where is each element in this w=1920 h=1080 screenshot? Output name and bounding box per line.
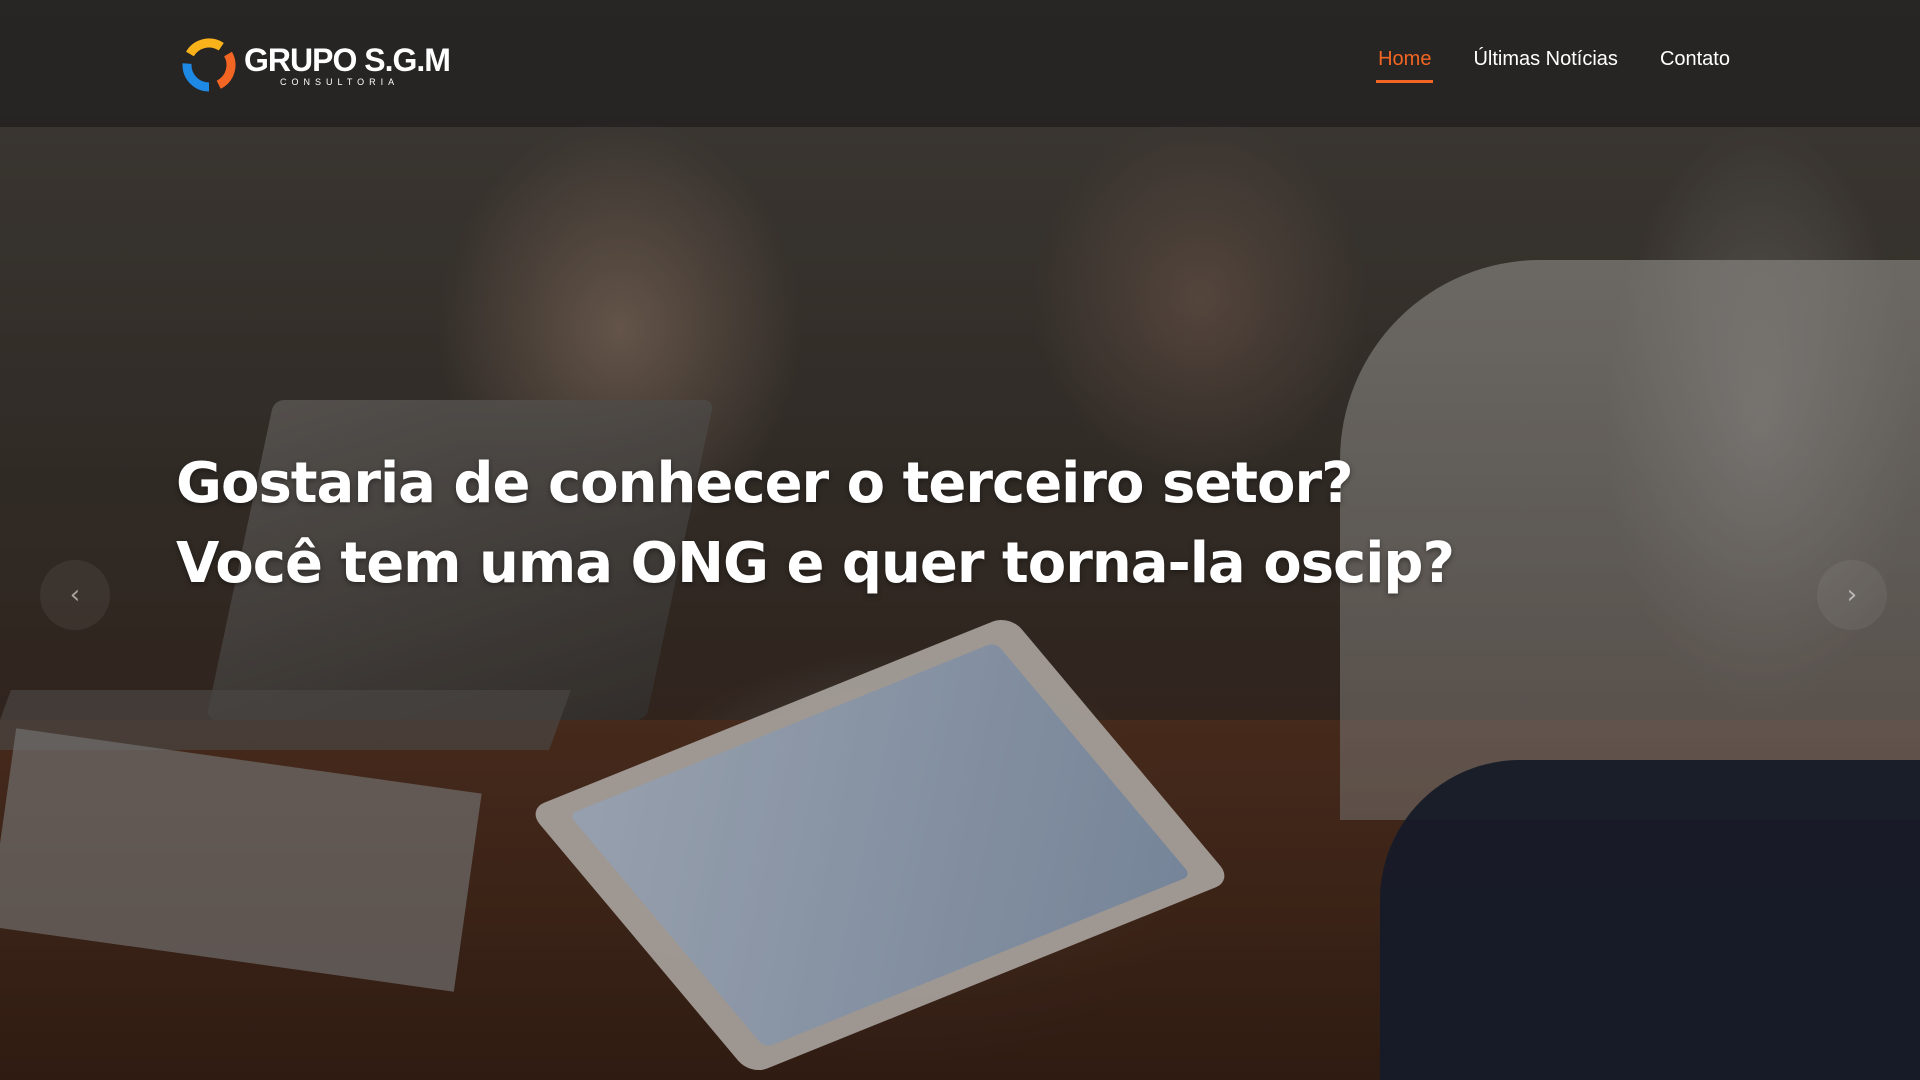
chevron-left-icon: ‹ — [69, 580, 81, 610]
site-header: GRUPO S.G.M CONSULTORIA Home Últimas Not… — [0, 0, 1920, 127]
site-logo[interactable]: GRUPO S.G.M CONSULTORIA — [178, 34, 451, 96]
logo-icon — [182, 38, 236, 92]
sleeve-shape — [1380, 760, 1920, 1080]
laptop-base-shape — [0, 690, 571, 750]
nav-item-contato[interactable]: Contato — [1660, 48, 1730, 83]
tablet-screen-shape — [568, 642, 1192, 1048]
tablet-shape — [527, 614, 1233, 1076]
hero-headline-line-2: Você tem uma ONG e quer torna-la oscip? — [176, 531, 1455, 596]
table-shape — [0, 720, 1920, 1080]
main-nav: Home Últimas Notícias Contato — [1376, 48, 1730, 83]
carousel-next-button[interactable]: › — [1817, 560, 1887, 630]
logo-subtitle: CONSULTORIA — [280, 77, 400, 87]
hero-carousel: GRUPO S.G.M CONSULTORIA Home Últimas Not… — [0, 0, 1920, 1080]
hero-headline-line-1: Gostaria de conhecer o terceiro setor? — [176, 451, 1354, 516]
hero-headline: Gostaria de conhecer o terceiro setor? V… — [176, 444, 1455, 604]
carousel-prev-button[interactable]: ‹ — [40, 560, 110, 630]
nav-item-home[interactable]: Home — [1376, 48, 1434, 83]
nav-item-ultimas-noticias[interactable]: Últimas Notícias — [1473, 48, 1617, 83]
chevron-right-icon: › — [1846, 580, 1858, 610]
logo-title: GRUPO S.G.M — [244, 42, 451, 78]
papers-shape — [0, 728, 482, 992]
